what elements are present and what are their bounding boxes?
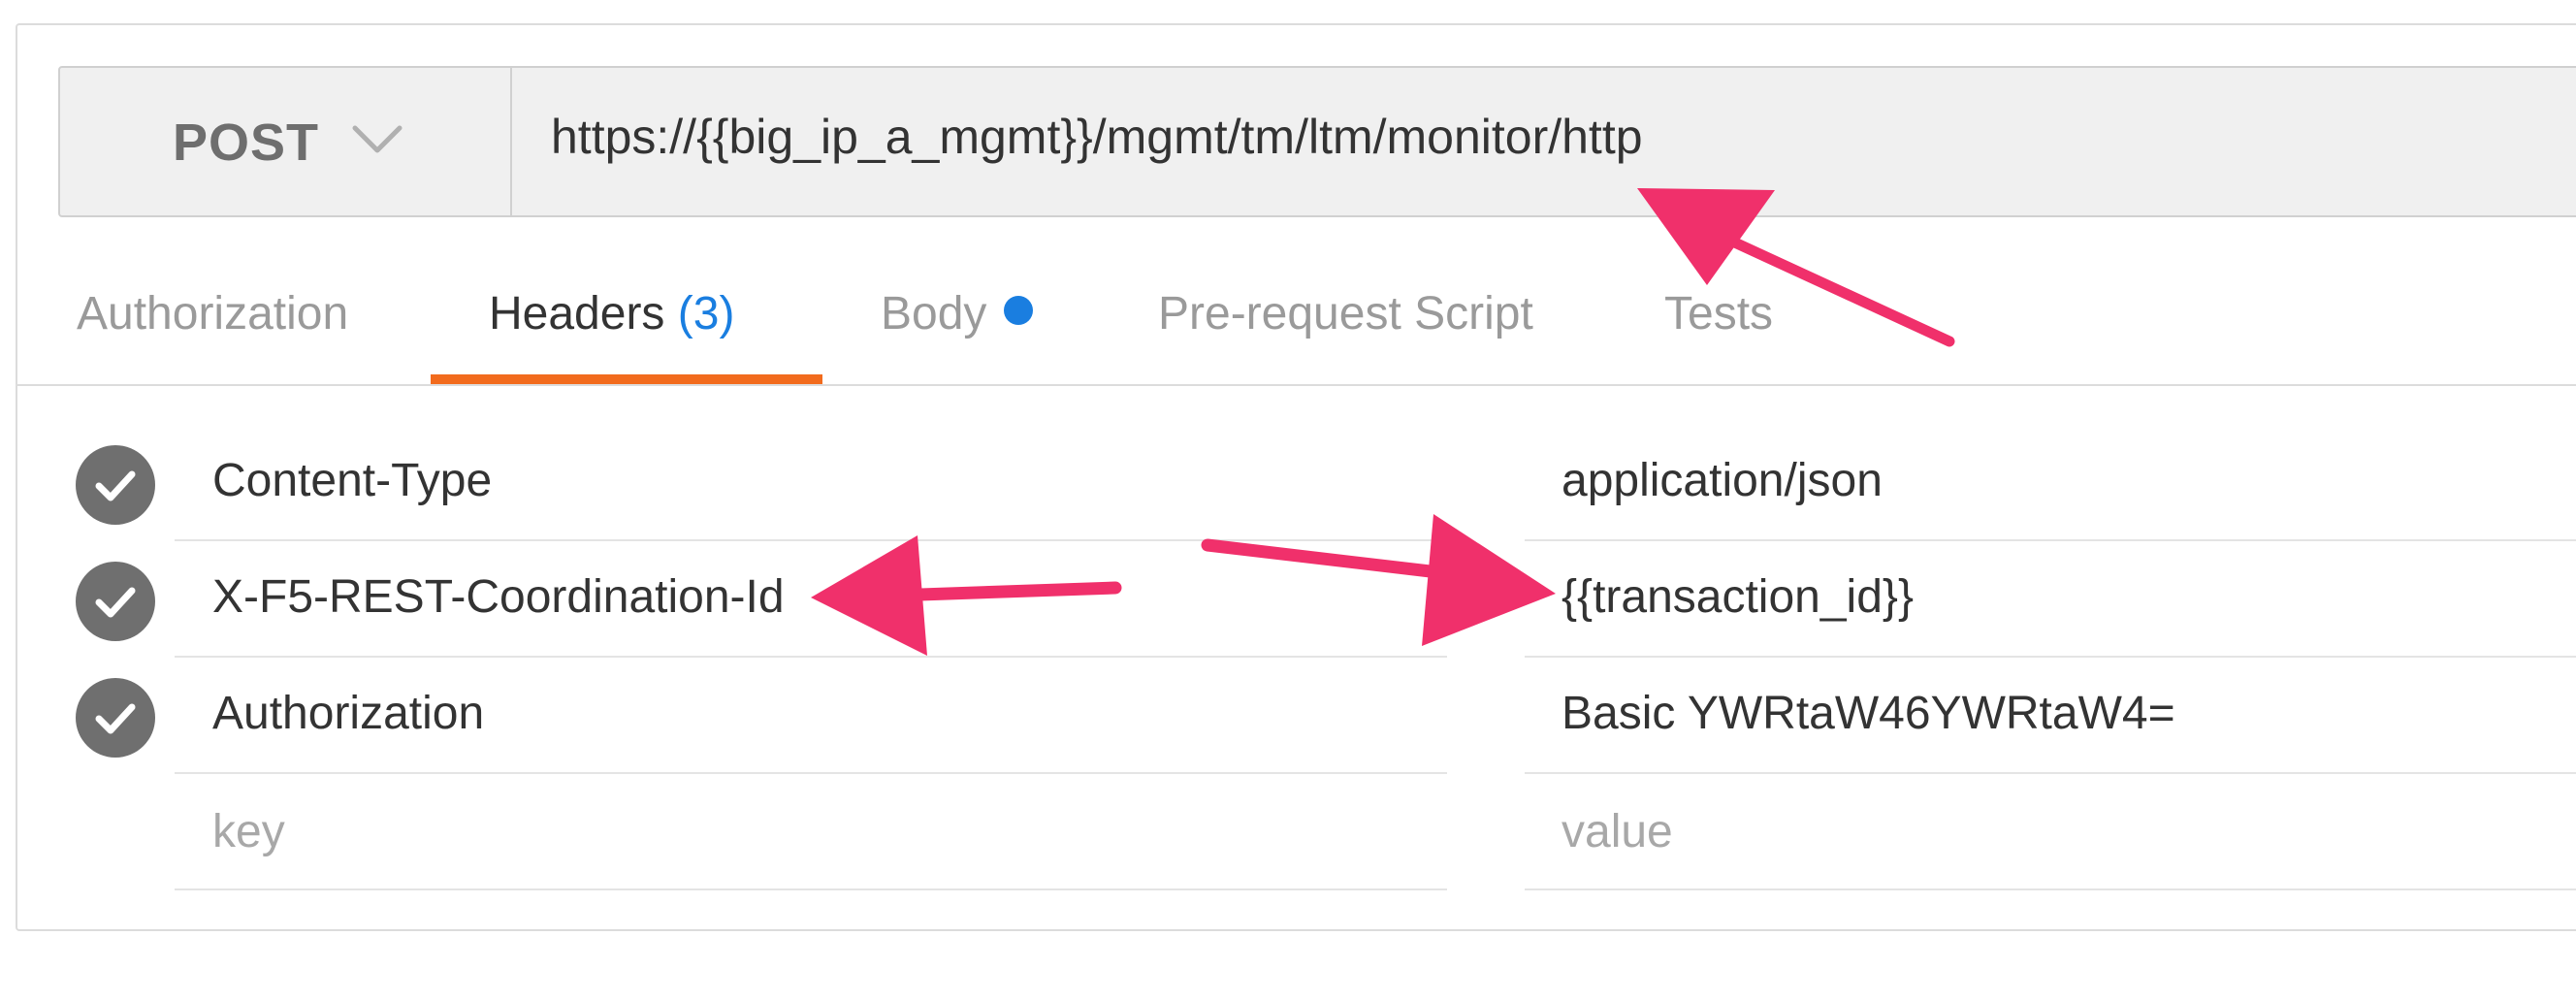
divider bbox=[1525, 656, 2576, 658]
header-key-input[interactable]: key bbox=[212, 805, 285, 858]
tab-headers[interactable]: Headers (3) bbox=[489, 287, 734, 340]
method-select[interactable]: POST bbox=[60, 68, 512, 215]
tab-label: Authorization bbox=[77, 288, 349, 339]
divider bbox=[175, 656, 1447, 658]
divider bbox=[175, 888, 1447, 890]
tab-pre-request-script[interactable]: Pre-request Script bbox=[1158, 287, 1533, 340]
tab-count-badge: (3) bbox=[677, 288, 735, 339]
divider bbox=[1525, 888, 2576, 890]
header-key[interactable]: X-F5-REST-Coordination-Id bbox=[212, 570, 785, 624]
checkmark-circle-icon[interactable] bbox=[76, 678, 155, 758]
tab-label: Headers bbox=[489, 288, 665, 339]
header-value[interactable]: application/json bbox=[1562, 454, 1883, 507]
tab-label: Tests bbox=[1664, 288, 1774, 339]
header-key[interactable]: Content-Type bbox=[212, 454, 492, 507]
request-bar: POST https://{{big_ip_a_mgmt}}/mgmt/tm/l… bbox=[58, 66, 2576, 217]
chevron-down-icon bbox=[352, 125, 402, 153]
header-key[interactable]: Authorization bbox=[212, 687, 484, 740]
method-label: POST bbox=[173, 113, 320, 172]
checkmark-circle-icon[interactable] bbox=[76, 562, 155, 641]
checkmark-circle-icon[interactable] bbox=[76, 445, 155, 525]
divider bbox=[17, 384, 2576, 386]
tab-label: Body bbox=[881, 288, 987, 339]
header-value[interactable]: Basic YWRtaW46YWRtaW4= bbox=[1562, 687, 2175, 740]
tab-tests[interactable]: Tests bbox=[1664, 287, 1773, 340]
divider bbox=[175, 772, 1447, 774]
header-value-input[interactable]: value bbox=[1562, 805, 1673, 858]
header-value[interactable]: {{transaction_id}} bbox=[1562, 570, 1914, 624]
divider bbox=[1525, 772, 2576, 774]
dot-icon bbox=[1004, 296, 1034, 325]
tab-authorization[interactable]: Authorization bbox=[77, 287, 348, 340]
request-tabs: Authorization Headers (3) Body Pre-reque… bbox=[0, 252, 2576, 388]
tab-label: Pre-request Script bbox=[1158, 288, 1533, 339]
url-input[interactable]: https://{{big_ip_a_mgmt}}/mgmt/tm/ltm/mo… bbox=[551, 109, 1643, 165]
divider bbox=[175, 539, 1447, 541]
tab-body[interactable]: Body bbox=[881, 287, 1034, 340]
divider bbox=[1525, 539, 2576, 541]
